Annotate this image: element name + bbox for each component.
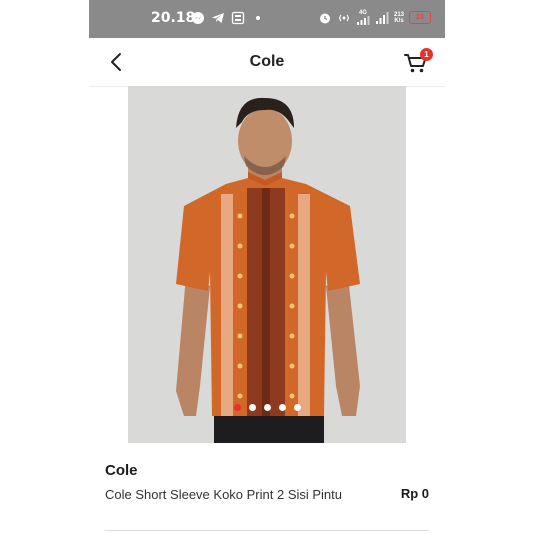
app-notification-icon xyxy=(231,11,245,25)
status-time: 20.18 xyxy=(151,10,196,26)
cart-count-badge: 1 xyxy=(420,48,433,61)
carousel-indicator xyxy=(128,404,406,411)
signal-bars-secondary-icon xyxy=(375,11,389,24)
cart-button[interactable]: 1 xyxy=(403,48,433,76)
carousel-dot[interactable] xyxy=(278,404,286,411)
more-notifications-dot-icon xyxy=(256,16,260,20)
hotspot-icon xyxy=(339,14,349,21)
app-bar: Cole 1 xyxy=(89,38,445,87)
status-bar: 20.18 4G 213 K/s 23 xyxy=(89,0,445,38)
carousel-dot[interactable] xyxy=(293,404,301,411)
alarm-icon xyxy=(319,13,330,23)
divider xyxy=(105,530,429,531)
product-name[interactable]: Cole Short Sleeve Koko Print 2 Sisi Pint… xyxy=(105,486,345,503)
messenger-icon xyxy=(192,12,204,24)
product-price: Rp 0 xyxy=(400,486,429,501)
carousel-dot[interactable] xyxy=(248,404,256,411)
carousel-dot[interactable] xyxy=(233,404,241,411)
telegram-icon xyxy=(212,13,224,23)
notification-icons xyxy=(191,11,265,25)
carousel-dot[interactable] xyxy=(263,404,271,411)
product-photo xyxy=(128,86,406,443)
signal-bars-icon xyxy=(356,16,370,25)
phone-screen: 20.18 4G 213 K/s 23 Cole 1 Cole Cole Sho… xyxy=(89,0,445,534)
battery-icon: 23 xyxy=(409,11,431,24)
product-brand: Cole xyxy=(105,462,138,479)
network-speed: 213 K/s xyxy=(394,12,404,24)
network-speed-unit: K/s xyxy=(394,17,404,24)
product-image-carousel[interactable] xyxy=(128,86,406,443)
mobile-signal-4g: 4G xyxy=(356,10,370,25)
page-title: Cole xyxy=(249,53,285,70)
system-status-icons: 4G 213 K/s 23 xyxy=(318,10,431,25)
